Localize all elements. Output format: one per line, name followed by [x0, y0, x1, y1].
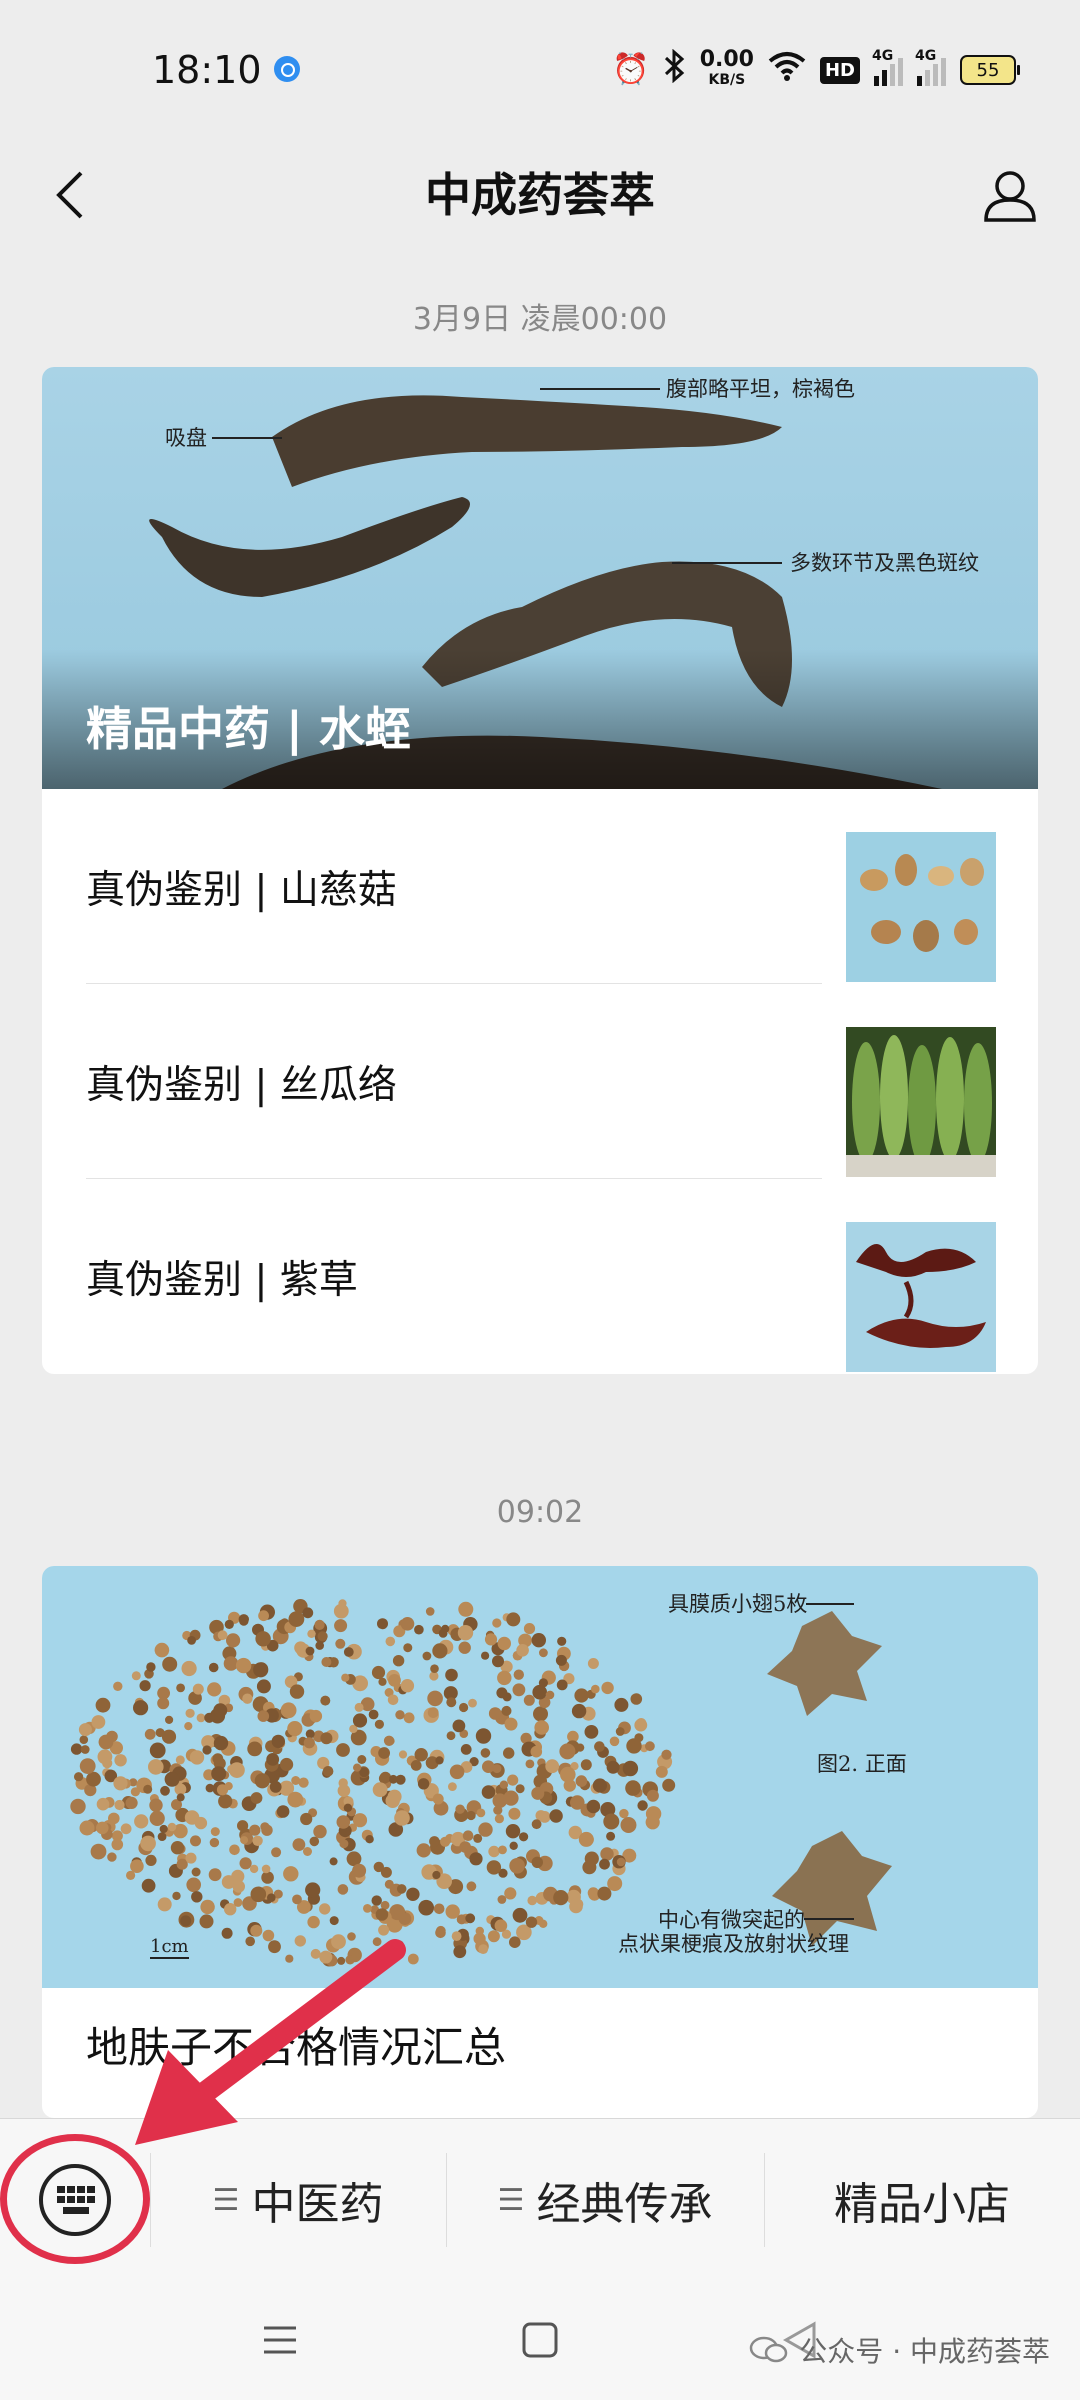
app-notification-icon [274, 56, 300, 82]
watermark: 公众号 · 中成药荟萃 [749, 2330, 1050, 2370]
list-item[interactable]: 真伪鉴别 | 山慈菇 [42, 789, 1038, 984]
battery-icon: 55 [960, 55, 1020, 85]
annotation-text: 图2. 正面 [817, 1752, 907, 1776]
status-icons: ⏰ 0.00 KB/S HD 4G 4G 55 [612, 47, 1020, 92]
menu-item-label: 精品小店 [834, 2179, 1010, 2230]
top-bar: 中成药荟萃 [0, 140, 1080, 250]
list-item-title: 真伪鉴别 | 丝瓜络 [86, 1062, 397, 1108]
menu-icon [264, 2326, 296, 2354]
signal1-label: 4G [872, 48, 894, 64]
battery-level: 55 [976, 59, 1000, 81]
menu-item-label: 经典传承 [536, 2179, 713, 2230]
wifi-icon [768, 51, 806, 90]
annotation-text: 吸盘 [165, 426, 207, 450]
status-time: 18:10 [152, 48, 262, 92]
menu-item-label: 中医药 [251, 2179, 384, 2230]
hd-badge: HD [819, 56, 860, 84]
custom-menu-bar: ☰ 中医药 ☰ 经典传承 精品小店 [0, 2118, 1080, 2281]
back-button[interactable] [36, 160, 106, 230]
article-card: 腹部略平坦，棕褐色 吸盘 多数环节及黑色斑纹 精品中药 | 水蛭 真伪鉴别 | … [42, 367, 1038, 1374]
net-speed-value: 0.00 [699, 47, 754, 72]
article-cover[interactable]: 腹部略平坦，棕褐色 吸盘 多数环节及黑色斑纹 精品中药 | 水蛭 [42, 367, 1038, 789]
status-bar: 18:10 ⏰ 0.00 KB/S HD 4G 4G 55 [0, 0, 1080, 140]
signal-icon-1: 4G [872, 48, 903, 86]
wechat-icon [749, 2335, 789, 2365]
list-item-title: 真伪鉴别 | 紫草 [86, 1257, 358, 1303]
annotation-text: 点状果梗痕及放射状纹理 [618, 1932, 849, 1956]
menu-list-icon: ☰ [212, 2182, 240, 2218]
cover-title: 精品中药 | 水蛭 [86, 702, 411, 756]
menu-item-classics[interactable]: ☰ 经典传承 [446, 2119, 764, 2281]
bluetooth-icon [664, 48, 686, 92]
list-item[interactable]: 真伪鉴别 | 丝瓜络 [42, 984, 1038, 1179]
scale-bar-label: 1cm [150, 1936, 189, 1959]
message-timestamp: 09:02 [496, 1495, 584, 1530]
highlight-circle [0, 2134, 150, 2264]
list-item-title: 真伪鉴别 | 山慈菇 [86, 867, 397, 913]
recent-apps-button[interactable] [250, 2310, 310, 2370]
article-thumbnail [846, 1027, 996, 1177]
alarm-icon: ⏰ [612, 52, 650, 87]
page-title: 中成药荟萃 [425, 168, 655, 222]
signal-icon-2: 4G [915, 48, 946, 86]
article-title: 地肤子不合格情况汇总 [86, 2023, 507, 2072]
home-square-icon [522, 2322, 558, 2358]
list-item[interactable]: 真伪鉴别 | 紫草 [42, 1179, 1038, 1374]
annotation-text: 腹部略平坦，棕褐色 [666, 377, 855, 401]
signal2-label: 4G [915, 48, 937, 64]
article-cover: 具膜质小翅5枚 图2. 正面 中心有微突起的 点状果梗痕及放射状纹理 1cm [42, 1566, 1038, 1988]
profile-button[interactable] [970, 155, 1050, 235]
menu-item-tcm[interactable]: ☰ 中医药 [150, 2119, 446, 2281]
annotation-text: 具膜质小翅5枚 [668, 1592, 808, 1616]
menu-list-icon: ☰ [497, 2182, 525, 2218]
article-card[interactable]: 具膜质小翅5枚 图2. 正面 中心有微突起的 点状果梗痕及放射状纹理 1cm 地… [42, 1566, 1038, 2118]
article-thumbnail [846, 1222, 996, 1372]
message-timestamp: 3月9日 凌晨00:00 [412, 302, 668, 337]
watermark-text: 公众号 · 中成药荟萃 [799, 2335, 1050, 2368]
annotation-text: 多数环节及黑色斑纹 [790, 551, 979, 575]
home-button[interactable] [510, 2310, 570, 2370]
article-thumbnail [846, 832, 996, 982]
net-speed-unit: KB/S [708, 72, 746, 88]
menu-item-shop[interactable]: 精品小店 [764, 2119, 1080, 2281]
back-arrow-icon [56, 171, 83, 219]
profile-icon [984, 171, 1036, 222]
net-speed: 0.00 KB/S [699, 47, 754, 90]
